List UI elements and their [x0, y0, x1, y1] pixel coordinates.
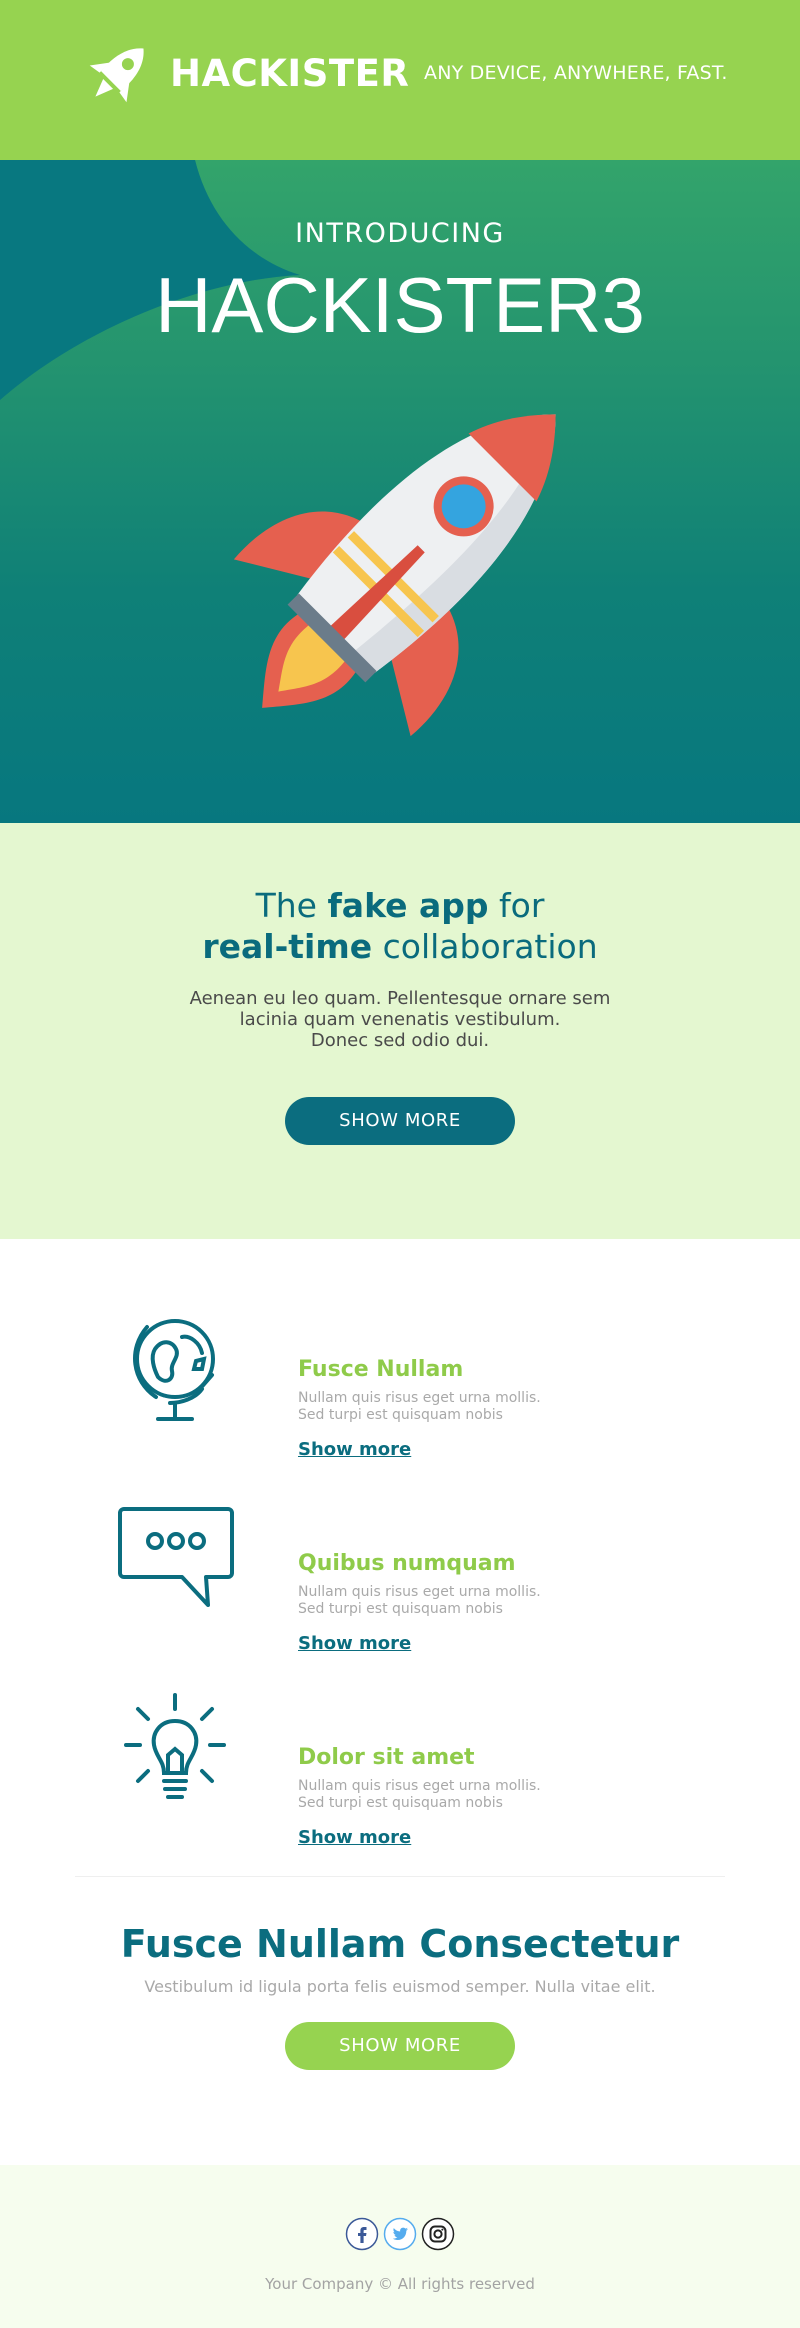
facebook-icon[interactable]	[345, 2217, 379, 2251]
feature-item: Quibus numquam Nullam quis risus eget ur…	[0, 1493, 800, 1663]
headline-post: collaboration	[372, 927, 598, 966]
globe-icon	[133, 1319, 215, 1421]
chat-bubble-icon	[118, 1507, 234, 1607]
feature-text-line: Sed turpi est quisquam nobis	[298, 1601, 503, 1617]
rocket-logo-icon[interactable]	[78, 34, 158, 114]
feature-text-line: Nullam quis risus eget urna mollis.	[298, 1584, 541, 1600]
cta-text: Vestibulum id ligula porta felis euismod…	[144, 1977, 656, 1996]
brand-name[interactable]: HACKISTER	[170, 52, 409, 95]
hero-intro: INTRODUCING	[295, 218, 505, 249]
feature-text: Nullam quis risus eget urna mollis. Sed …	[298, 1390, 598, 1424]
feature-text-line: Sed turpi est quisquam nobis	[298, 1407, 503, 1423]
intro-body: Aenean eu leo quam. Pellentesque ornare …	[150, 988, 650, 1051]
tagline: ANY DEVICE, ANYWHERE, FAST.	[424, 62, 728, 84]
instagram-icon[interactable]	[421, 2217, 455, 2251]
feature-text-line: Nullam quis risus eget urna mollis.	[298, 1390, 541, 1406]
headline-bold-fake-app: fake app	[327, 886, 489, 925]
rocket-illustration-icon	[233, 414, 556, 737]
features-section: Fusce Nullam Nullam quis risus eget urna…	[0, 1239, 800, 2165]
twitter-icon[interactable]	[383, 2217, 417, 2251]
headline-bold-real-time: real-time	[202, 927, 373, 966]
feature-text: Nullam quis risus eget urna mollis. Sed …	[298, 1584, 598, 1618]
feature-text-line: Nullam quis risus eget urna mollis.	[298, 1778, 541, 1794]
header: HACKISTER ANY DEVICE, ANYWHERE, FAST.	[0, 0, 800, 160]
intro-section: The fake app for real-time collaboration…	[0, 823, 800, 1239]
feature-show-more-link[interactable]: Show more	[298, 1439, 411, 1460]
divider	[75, 1876, 725, 1877]
hero-banner: INTRODUCING HACKISTER3	[0, 160, 800, 823]
headline-pre: The	[255, 886, 328, 925]
cta-title: Fusce Nullam Consectetur	[120, 1922, 680, 1966]
intro-show-more-button[interactable]: SHOW MORE	[285, 1097, 515, 1145]
feature-text-line: Sed turpi est quisquam nobis	[298, 1795, 503, 1811]
feature-item: Dolor sit amet Nullam quis risus eget ur…	[0, 1687, 800, 1857]
hero-product-name: HACKISTER3	[155, 261, 645, 349]
intro-body-line: Aenean eu leo quam. Pellentesque ornare …	[189, 988, 611, 1009]
cta-show-more-button[interactable]: SHOW MORE	[285, 2022, 515, 2070]
intro-headline: The fake app for real-time collaboration	[0, 885, 800, 967]
intro-body-line: Donec sed odio dui.	[310, 1030, 490, 1051]
feature-show-more-link[interactable]: Show more	[298, 1633, 411, 1654]
copyright: Your Company © All rights reserved	[265, 2275, 535, 2293]
headline-mid: for	[488, 886, 545, 925]
feature-title: Dolor sit amet	[298, 1745, 475, 1770]
feature-text: Nullam quis risus eget urna mollis. Sed …	[298, 1778, 598, 1812]
feature-show-more-link[interactable]: Show more	[298, 1827, 411, 1848]
feature-title: Fusce Nullam	[298, 1357, 464, 1382]
lightbulb-icon	[124, 1693, 226, 1799]
intro-body-line: lacinia quam venenatis vestibulum.	[239, 1009, 561, 1030]
footer: Your Company © All rights reserved	[0, 2165, 800, 2328]
feature-title: Quibus numquam	[298, 1551, 516, 1576]
feature-item: Fusce Nullam Nullam quis risus eget urna…	[0, 1299, 800, 1469]
